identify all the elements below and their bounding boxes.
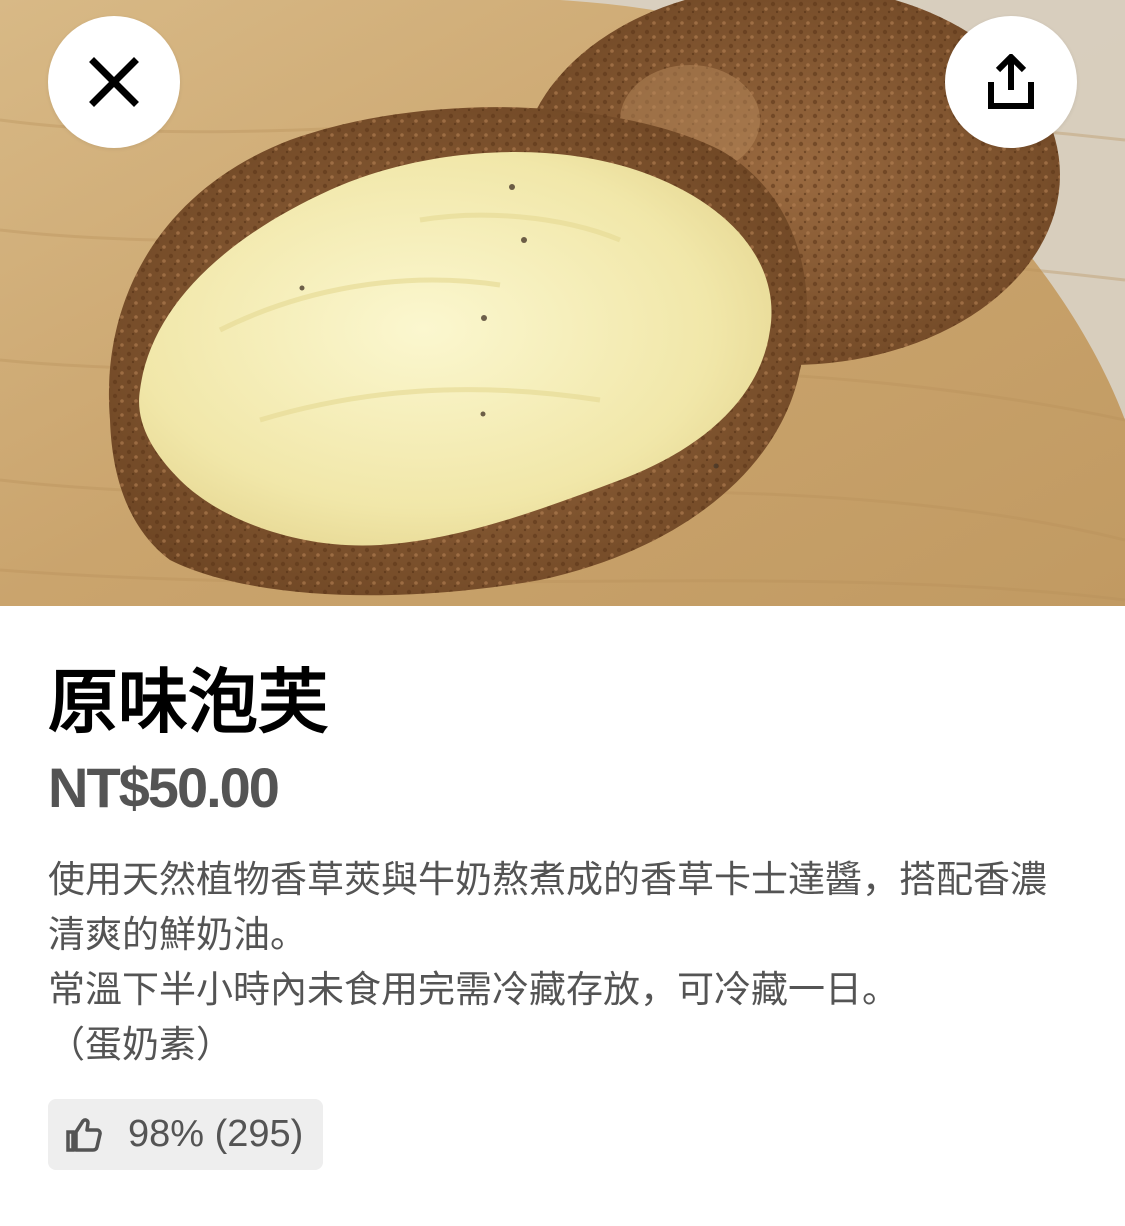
thumbs-up-icon — [66, 1117, 102, 1152]
rating-text: 98% (295) — [128, 1113, 304, 1155]
item-description-text: 使用天然植物香草莢與牛奶熬煮成的香草卡士達醬，搭配香濃清爽的鮮奶油。 常溫下半小… — [48, 858, 1047, 1066]
item-price: NT$50.00 — [48, 756, 280, 819]
item-title: 原味泡芙 — [48, 661, 328, 743]
close-icon — [89, 57, 139, 107]
close-button[interactable] — [48, 16, 180, 148]
item-photo — [0, 0, 1125, 606]
item-description: 使用天然植物香草莢與牛奶熬煮成的香草卡士達醬，搭配香濃清爽的鮮奶油。 常溫下半小… — [48, 852, 1078, 1072]
rating-badge[interactable]: 98% (295) — [48, 1099, 324, 1170]
share-button[interactable] — [945, 16, 1077, 148]
share-icon — [988, 54, 1034, 109]
